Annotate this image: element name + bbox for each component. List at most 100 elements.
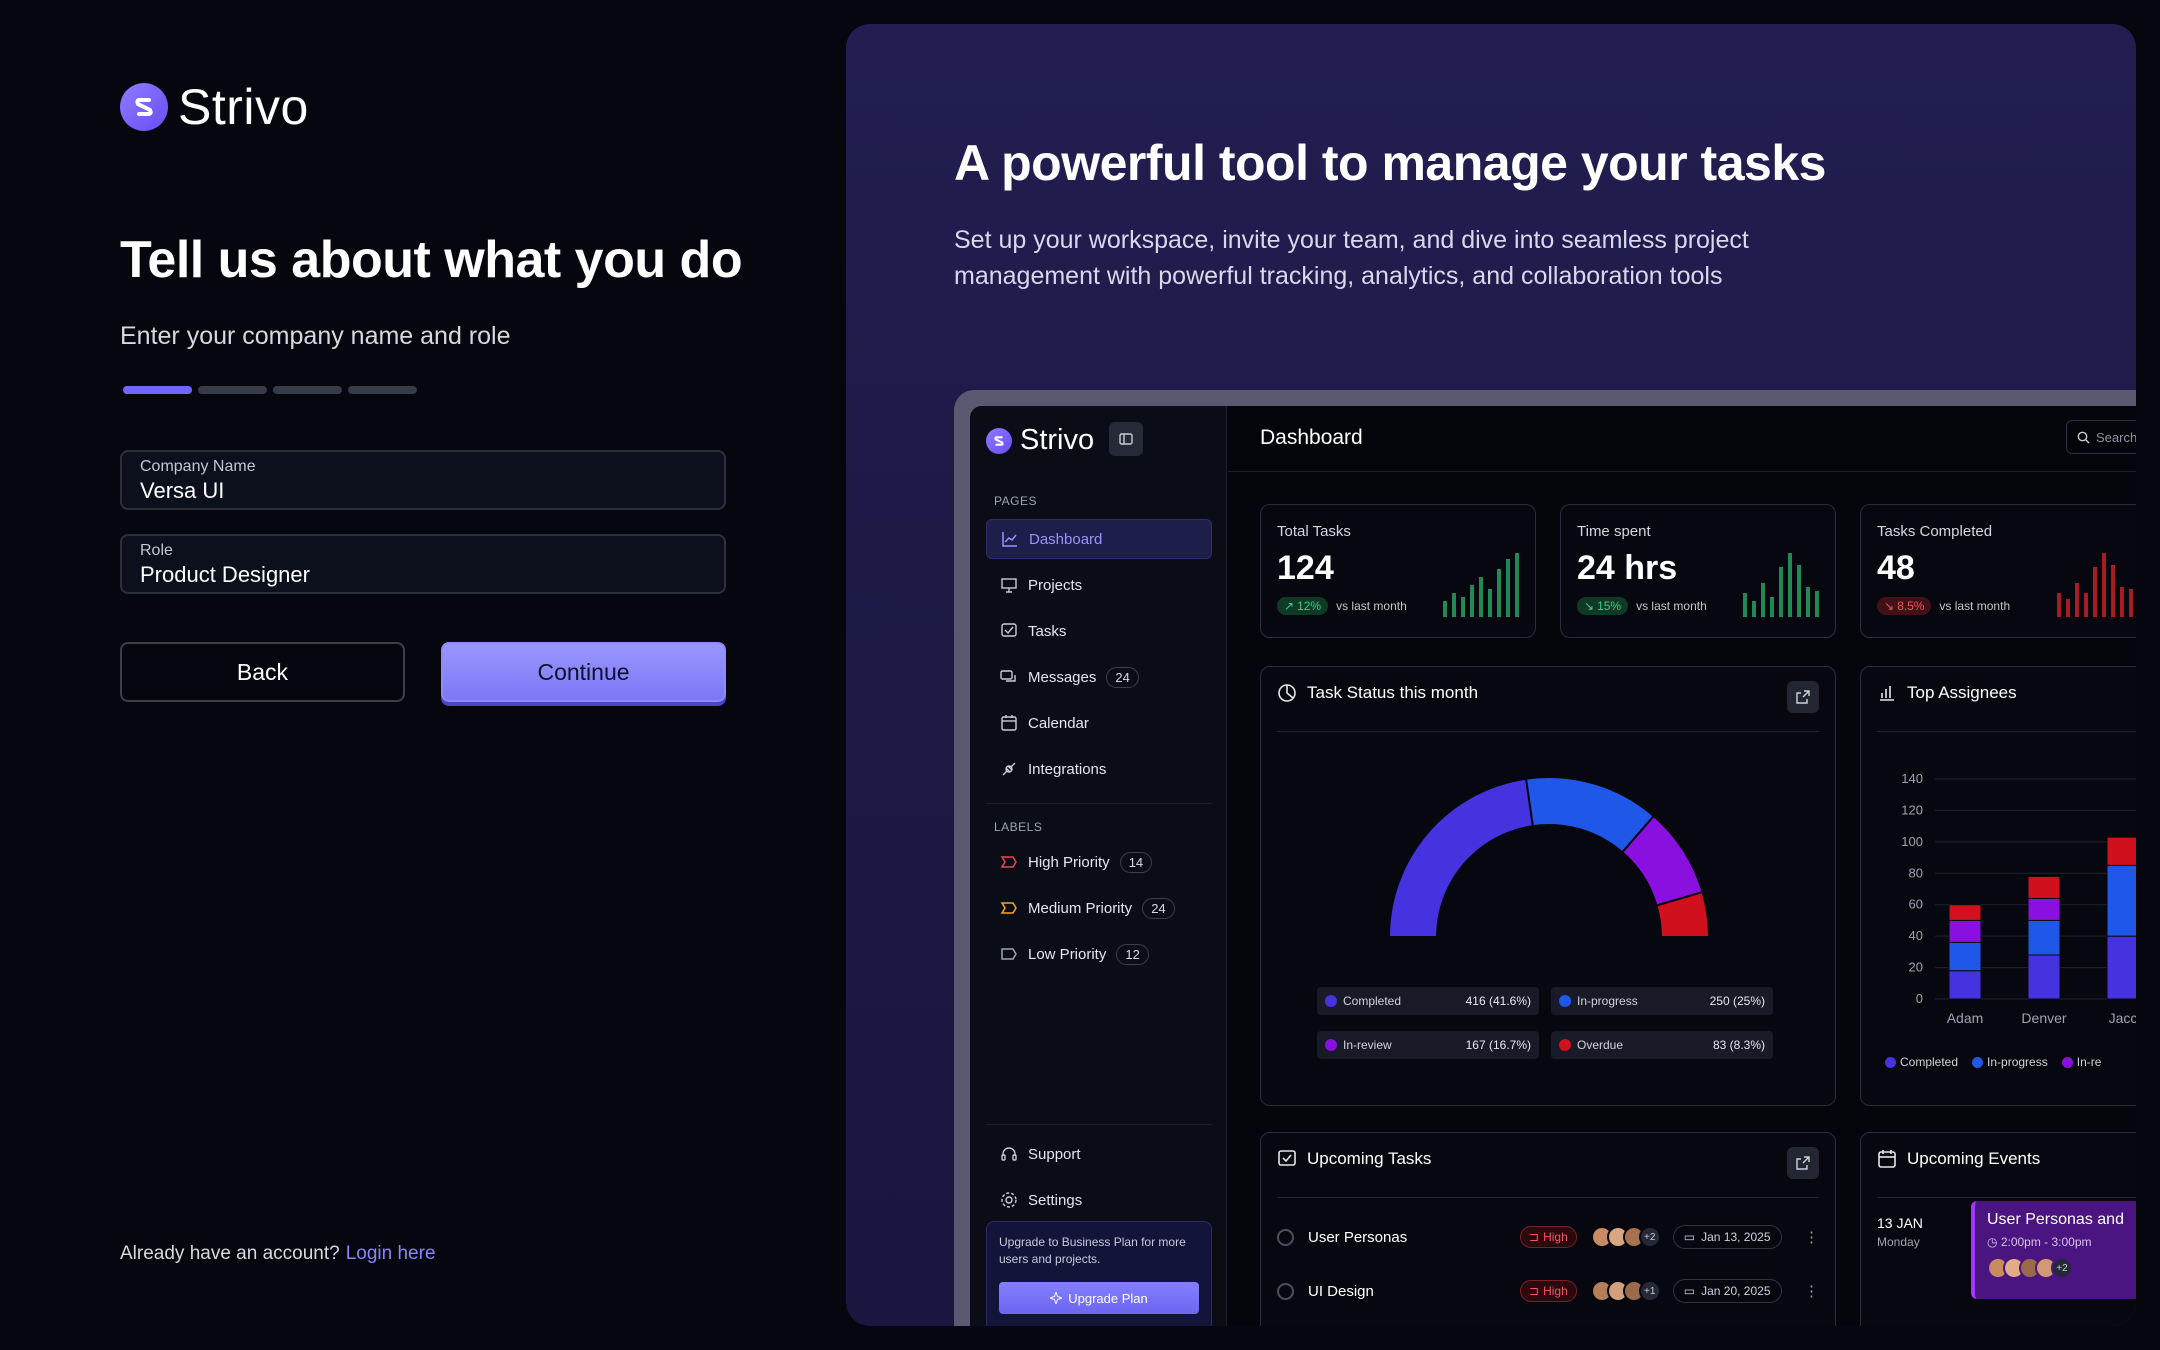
sidebar-item-settings[interactable]: Settings: [986, 1180, 1212, 1220]
messages-icon: [1000, 670, 1016, 682]
role-input[interactable]: Product Designer: [140, 562, 706, 588]
back-button[interactable]: Back: [120, 642, 405, 702]
change-value: 12%: [1297, 599, 1322, 613]
more-options-icon[interactable]: ⋮: [1804, 1228, 1819, 1246]
stat-card-total-tasks: Total Tasks 124 ↗ 12% vs last month: [1260, 504, 1536, 638]
legend-label: In-review: [1343, 1038, 1392, 1052]
search-input[interactable]: Search: [2066, 420, 2136, 454]
sidebar-brand-name: Strivo: [1020, 424, 1095, 456]
stat-change: ↘ 15% vs last month: [1577, 597, 1707, 615]
legend-dot: [1559, 1039, 1571, 1051]
sidebar-item-tasks[interactable]: Tasks: [986, 611, 1212, 651]
tag-icon: [1000, 902, 1017, 914]
gauge-slice-completed: [1387, 777, 1535, 938]
event-card[interactable]: User Personas and ◷ 2:00pm - 3:00pm +2: [1971, 1201, 2136, 1299]
sidebar-label-high-priority[interactable]: High Priority 14: [986, 842, 1212, 882]
upgrade-plan-button[interactable]: Upgrade Plan: [999, 1282, 1199, 1314]
search-icon: [2077, 431, 2090, 443]
y-tick-label: 140: [1901, 771, 1923, 786]
sidebar-item-projects[interactable]: Projects: [986, 565, 1212, 605]
sidebar-item-label: Low Priority: [1028, 945, 1107, 963]
progress-step: [123, 386, 192, 394]
sidebar-item-support[interactable]: Support: [986, 1134, 1212, 1174]
task-checkbox[interactable]: [1277, 1282, 1294, 1300]
top-assignees-title: Top Assignees: [1877, 683, 2017, 703]
company-name-field[interactable]: Company Name Versa UI: [120, 450, 726, 510]
bar-segment-in-progress: [2106, 864, 2136, 937]
sidebar-label-medium-priority[interactable]: Medium Priority 24: [986, 888, 1212, 928]
sidebar-item-integrations[interactable]: Integrations: [986, 749, 1212, 789]
progress-step: [273, 386, 342, 394]
card-divider: [1277, 731, 1819, 732]
trend-down-icon: ↘: [1884, 599, 1895, 613]
top-assignees-bar-chart: 0 20 40 60 80 100 120 140 Adam Denver Jacc: [1901, 771, 2136, 1026]
stat-label: Tasks Completed: [1877, 523, 1993, 540]
upcoming-events-title-text: Upcoming Events: [1907, 1149, 2041, 1168]
priority-label: High: [1543, 1230, 1568, 1244]
task-checkbox[interactable]: [1277, 1228, 1294, 1246]
change-pill: ↗ 12%: [1277, 597, 1329, 615]
gear-icon: [1001, 1192, 1017, 1208]
labels-section-label: LABELS: [994, 820, 1043, 834]
sidebar-toggle-icon[interactable]: [1109, 422, 1143, 456]
legend-label: Overdue: [1577, 1038, 1624, 1052]
pie-chart-icon: [1278, 684, 1296, 702]
dashboard-preview-frame: Strivo PAGES Dashboard Projects Tasks Me…: [954, 390, 2136, 1326]
due-date: ▭ Jan 13, 2025: [1672, 1225, 1782, 1249]
sidebar-divider: [986, 1124, 1212, 1125]
sidebar-item-label: Calendar: [1028, 714, 1089, 732]
legend-value: 250 (25%): [1709, 994, 1765, 1008]
sidebar-logo[interactable]: Strivo: [986, 424, 1094, 457]
y-tick-label: 100: [1901, 834, 1923, 849]
calendar-icon: ▭: [1683, 1230, 1696, 1244]
role-field[interactable]: Role Product Designer: [120, 534, 726, 594]
task-status-card: Task Status this month Completed 416 (41.…: [1260, 666, 1836, 1106]
external-link-icon[interactable]: [1787, 1147, 1819, 1179]
bar-chart-icon: [1880, 686, 1894, 701]
sidebar-item-dashboard[interactable]: Dashboard: [986, 519, 1212, 559]
avatar-more-count: +2: [1638, 1226, 1661, 1248]
bar-segment-overdue: [2106, 836, 2136, 866]
sidebar-item-calendar[interactable]: Calendar: [986, 703, 1212, 743]
task-row[interactable]: User Personas ⊐ High +2 ▭ Jan 13, 2025 ⋮: [1277, 1217, 1819, 1257]
upcoming-events-card: Upcoming Events 13 JAN Monday User Perso…: [1860, 1132, 2136, 1326]
external-link-icon[interactable]: [1787, 681, 1819, 713]
task-row[interactable]: UI Design ⊐ High +1 ▭ Jan 20, 2025 ⋮: [1277, 1271, 1819, 1311]
search-placeholder: Search: [2096, 429, 2136, 445]
avatar-more-count: +1: [1638, 1280, 1661, 1302]
legend-in-progress: In-progress 250 (25%): [1551, 987, 1773, 1015]
legend-label: Completed: [1900, 1055, 1959, 1069]
event-avatars: +2: [1987, 1257, 2136, 1279]
sidebar-item-label: Medium Priority: [1028, 899, 1133, 917]
sidebar-item-messages[interactable]: Messages 24: [986, 657, 1212, 697]
card-divider: [1877, 1197, 2136, 1198]
sidebar-item-label: Support: [1028, 1145, 1081, 1163]
continue-button[interactable]: Continue: [441, 642, 726, 702]
sidebar-label-low-priority[interactable]: Low Priority 12: [986, 934, 1212, 974]
count-badge: 24: [1142, 897, 1175, 919]
due-date-text: Jan 13, 2025: [1701, 1230, 1771, 1244]
upgrade-plan-label: Upgrade Plan: [1068, 1290, 1148, 1306]
company-name-input[interactable]: Versa UI: [140, 478, 706, 504]
sidebar-item-label: Projects: [1028, 576, 1083, 594]
step-progress: [123, 386, 417, 394]
top-assignees-card: Top Assignees 0 20 40 60 80 100 120 140 Adam Denv…: [1860, 666, 2136, 1106]
tag-icon: [1001, 948, 1017, 960]
upcoming-tasks-card: Upcoming Tasks User Personas ⊐ High +2 ▭…: [1260, 1132, 1836, 1326]
sparkline-bars: [2057, 553, 2133, 617]
stat-label: Time spent: [1577, 523, 1651, 540]
sidebar-item-label: Integrations: [1028, 760, 1107, 778]
legend-value: 83 (8.3%): [1712, 1038, 1765, 1052]
count-badge: 12: [1116, 943, 1149, 965]
change-note: vs last month: [1636, 599, 1707, 613]
bar-segment-overdue: [1948, 904, 1982, 921]
sidebar-item-label: Messages: [1028, 668, 1097, 686]
bar-segment-completed: [1948, 970, 1982, 1000]
legend-in-review: In-review 167 (16.7%): [1317, 1031, 1539, 1059]
login-prompt: Already have an account? Login here: [120, 1243, 436, 1265]
y-tick-label: 20: [1909, 960, 1923, 975]
trend-down-icon: ↘: [1584, 599, 1595, 613]
login-link[interactable]: Login here: [346, 1243, 436, 1264]
more-options-icon[interactable]: ⋮: [1804, 1282, 1819, 1300]
legend-item: Completed: [1885, 1055, 1958, 1069]
